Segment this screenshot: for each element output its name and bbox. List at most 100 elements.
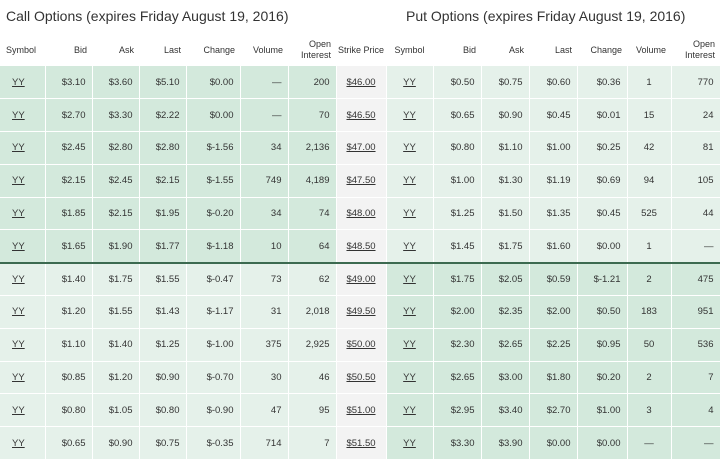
- call-symbol-link[interactable]: YY: [12, 241, 25, 252]
- call-last-cell: $0.75: [139, 426, 187, 460]
- call-symbol-cell: YY: [0, 197, 46, 231]
- call-symbol-link[interactable]: YY: [12, 208, 25, 219]
- option-row: YY $1.85 $2.15 $1.95 $-0.20 34 74 $48.00…: [0, 197, 720, 231]
- put-symbol-link[interactable]: YY: [403, 405, 416, 416]
- put-ask-cell: $3.40: [481, 393, 530, 428]
- call-volume-cell: 47: [240, 393, 289, 428]
- call-last-cell: $0.80: [139, 393, 187, 428]
- strike-price-link[interactable]: $48.00: [346, 208, 375, 219]
- call-symbol-link[interactable]: YY: [12, 438, 25, 449]
- call-change-cell: $-1.00: [186, 328, 241, 362]
- put-bid-cell: $2.30: [433, 328, 482, 362]
- put-symbol-cell: YY: [386, 426, 434, 460]
- put-change-cell: $0.00: [577, 229, 628, 264]
- call-open-interest-cell: 2,018: [288, 295, 337, 329]
- put-last-cell: $1.60: [529, 229, 578, 264]
- call-symbol-link[interactable]: YY: [12, 77, 25, 88]
- put-ask-cell: $1.30: [481, 164, 530, 198]
- put-symbol-link[interactable]: YY: [403, 339, 416, 350]
- call-symbol-link[interactable]: YY: [12, 142, 25, 153]
- put-symbol-link[interactable]: YY: [403, 110, 416, 121]
- call-symbol-link[interactable]: YY: [12, 405, 25, 416]
- col-call-volume: Volume: [240, 34, 288, 66]
- put-change-cell: $1.00: [577, 393, 628, 428]
- call-symbol-cell: YY: [0, 164, 46, 198]
- call-open-interest-cell: 2,925: [288, 328, 337, 362]
- strike-price-link[interactable]: $46.00: [346, 77, 375, 88]
- call-symbol-cell: YY: [0, 98, 46, 133]
- option-row: YY $3.10 $3.60 $5.10 $0.00 — 200 $46.00 …: [0, 66, 720, 100]
- col-call-bid: Bid: [45, 34, 92, 66]
- option-row: YY $2.15 $2.45 $2.15 $-1.55 749 4,189 $4…: [0, 164, 720, 198]
- call-symbol-link[interactable]: YY: [12, 175, 25, 186]
- call-symbol-cell: YY: [0, 393, 46, 428]
- put-open-interest-cell: 7: [671, 361, 720, 395]
- call-last-cell: $1.55: [139, 261, 187, 297]
- call-last-cell: $1.43: [139, 295, 187, 329]
- call-bid-cell: $0.85: [45, 361, 93, 395]
- col-call-ask: Ask: [92, 34, 139, 66]
- strike-price-link[interactable]: $49.00: [346, 274, 375, 285]
- strike-price-link[interactable]: $50.00: [346, 339, 375, 350]
- option-row: YY $1.40 $1.75 $1.55 $-0.47 73 62 $49.00…: [0, 261, 720, 297]
- call-symbol-cell: YY: [0, 426, 46, 460]
- put-symbol-cell: YY: [386, 328, 434, 362]
- call-volume-cell: 10: [240, 229, 289, 264]
- call-last-cell: $2.15: [139, 164, 187, 198]
- put-symbol-link[interactable]: YY: [403, 274, 416, 285]
- put-change-cell: $-1.21: [577, 261, 628, 297]
- put-open-interest-cell: 44: [671, 197, 720, 231]
- call-change-cell: $-0.20: [186, 197, 241, 231]
- call-symbol-link[interactable]: YY: [12, 372, 25, 383]
- col-put-change: Change: [577, 34, 627, 66]
- call-bid-cell: $1.85: [45, 197, 93, 231]
- strike-price-link[interactable]: $50.50: [346, 372, 375, 383]
- strike-price-cell: $49.50: [336, 295, 387, 329]
- put-ask-cell: $1.75: [481, 229, 530, 264]
- put-symbol-link[interactable]: YY: [403, 372, 416, 383]
- strike-price-link[interactable]: $47.50: [346, 175, 375, 186]
- call-last-cell: $5.10: [139, 66, 187, 100]
- call-bid-cell: $0.65: [45, 426, 93, 460]
- put-options-title: Put Options (expires Friday August 19, 2…: [406, 8, 686, 24]
- option-row: YY $1.20 $1.55 $1.43 $-1.17 31 2,018 $49…: [0, 295, 720, 329]
- put-symbol-link[interactable]: YY: [403, 142, 416, 153]
- call-symbol-link[interactable]: YY: [12, 274, 25, 285]
- call-ask-cell: $0.90: [92, 426, 140, 460]
- call-last-cell: $2.80: [139, 131, 187, 165]
- put-symbol-link[interactable]: YY: [403, 241, 416, 252]
- put-bid-cell: $0.65: [433, 98, 482, 133]
- put-symbol-cell: YY: [386, 229, 434, 264]
- call-symbol-link[interactable]: YY: [12, 110, 25, 121]
- call-volume-cell: 73: [240, 261, 289, 297]
- put-ask-cell: $0.75: [481, 66, 530, 100]
- call-last-cell: $0.90: [139, 361, 187, 395]
- col-put-symbol: Symbol: [386, 34, 433, 66]
- put-symbol-cell: YY: [386, 66, 434, 100]
- put-open-interest-cell: 24: [671, 98, 720, 133]
- put-last-cell: $2.25: [529, 328, 578, 362]
- put-symbol-link[interactable]: YY: [403, 306, 416, 317]
- call-change-cell: $-0.47: [186, 261, 241, 297]
- strike-price-link[interactable]: $47.00: [346, 142, 375, 153]
- strike-price-link[interactable]: $51.50: [346, 438, 375, 449]
- put-symbol-link[interactable]: YY: [403, 438, 416, 449]
- call-change-cell: $-1.56: [186, 131, 241, 165]
- strike-price-link[interactable]: $46.50: [346, 110, 375, 121]
- call-symbol-cell: YY: [0, 261, 46, 297]
- strike-price-cell: $49.00: [336, 261, 387, 297]
- put-symbol-link[interactable]: YY: [403, 175, 416, 186]
- put-change-cell: $0.01: [577, 98, 628, 133]
- put-last-cell: $1.19: [529, 164, 578, 198]
- call-change-cell: $0.00: [186, 66, 241, 100]
- strike-price-link[interactable]: $48.50: [346, 241, 375, 252]
- call-ask-cell: $1.55: [92, 295, 140, 329]
- call-symbol-link[interactable]: YY: [12, 306, 25, 317]
- put-change-cell: $0.50: [577, 295, 628, 329]
- put-bid-cell: $1.75: [433, 261, 482, 297]
- put-symbol-link[interactable]: YY: [403, 77, 416, 88]
- put-symbol-link[interactable]: YY: [403, 208, 416, 219]
- strike-price-link[interactable]: $51.00: [346, 405, 375, 416]
- call-symbol-link[interactable]: YY: [12, 339, 25, 350]
- strike-price-link[interactable]: $49.50: [346, 306, 375, 317]
